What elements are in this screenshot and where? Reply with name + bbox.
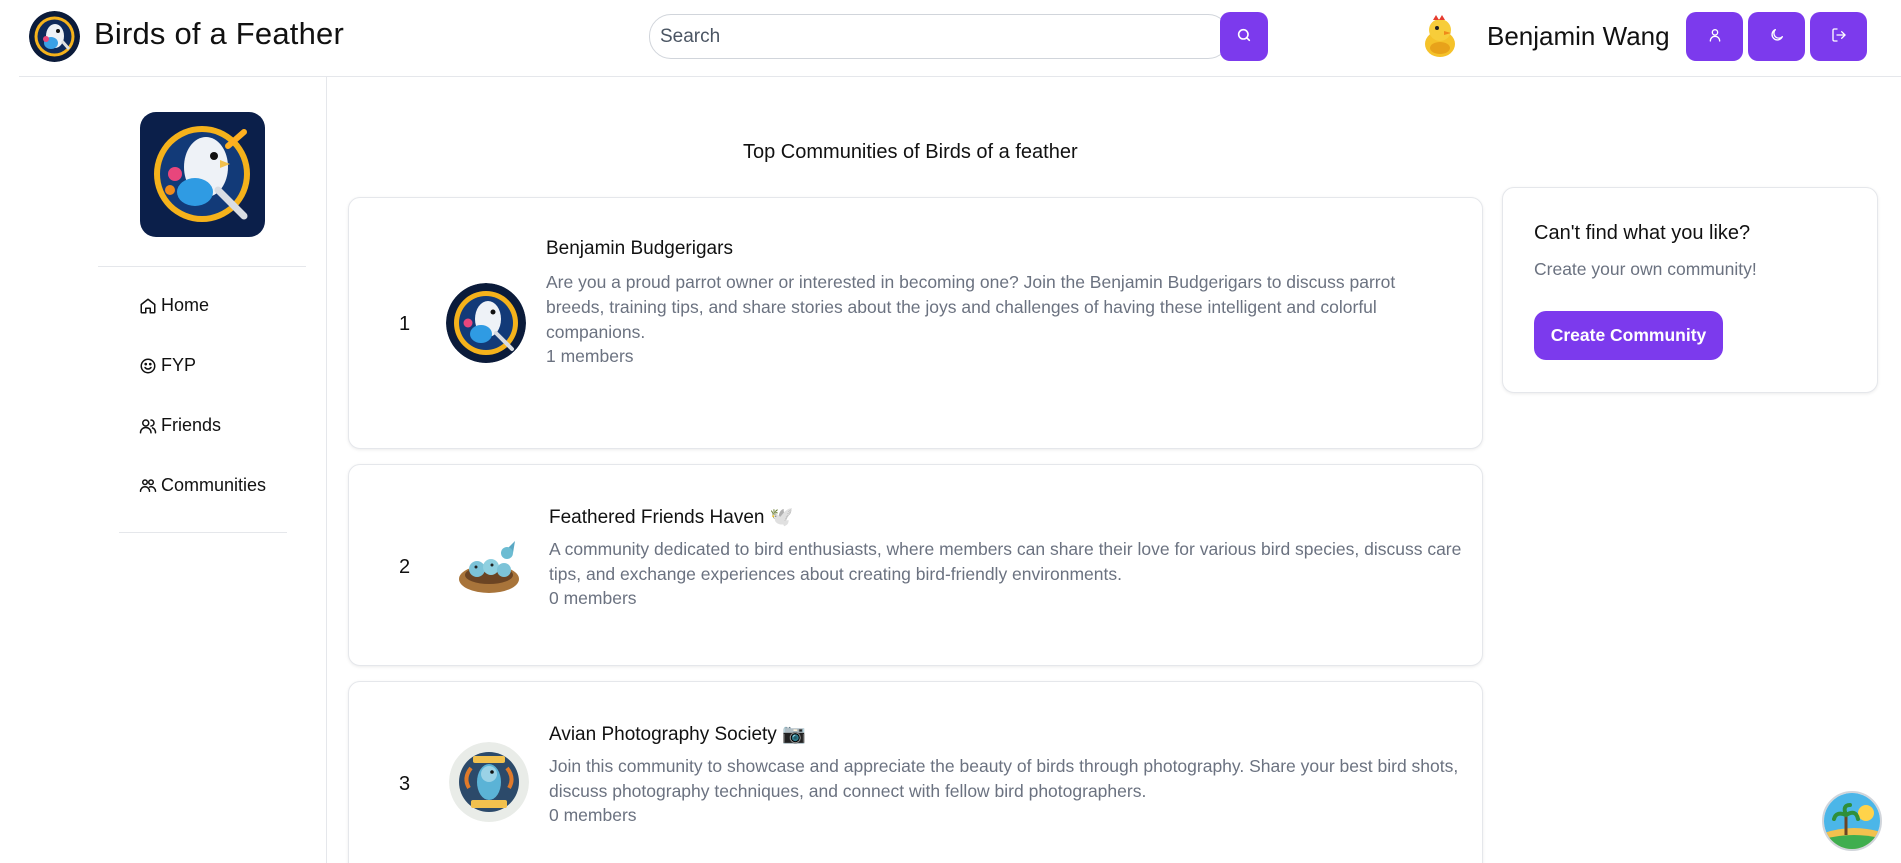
sidebar-item-home[interactable]: Home bbox=[139, 295, 209, 316]
community-description: Are you a proud parrot owner or interest… bbox=[546, 272, 1396, 342]
panel-subtitle: Create your own community! bbox=[1534, 259, 1757, 279]
camera-emoji-icon: 📷 bbox=[782, 724, 806, 745]
create-community-panel: Can't find what you like? Create your ow… bbox=[1502, 187, 1878, 393]
community-description: Join this community to showcase and appr… bbox=[549, 756, 1459, 801]
page-title: Top Communities of Birds of a feather bbox=[743, 141, 1078, 163]
sidebar-divider bbox=[98, 266, 306, 267]
community-members: 1 members bbox=[546, 346, 634, 366]
profile-button[interactable] bbox=[1686, 12, 1743, 61]
community-description: A community dedicated to bird enthusiast… bbox=[549, 539, 1462, 584]
sidebar-item-label: FYP bbox=[161, 355, 197, 375]
sidebar-item-friends[interactable]: Friends bbox=[139, 415, 221, 436]
search-input[interactable] bbox=[649, 14, 1230, 59]
floating-action-button[interactable] bbox=[1822, 791, 1882, 851]
community-name[interactable]: Feathered Friends Haven 🕊️ bbox=[549, 505, 793, 529]
community-name[interactable]: Avian Photography Society 📷 bbox=[549, 722, 806, 746]
logout-icon bbox=[1831, 27, 1847, 46]
search-button[interactable] bbox=[1220, 12, 1268, 61]
users-icon bbox=[139, 417, 157, 435]
community-members: 0 members bbox=[549, 588, 637, 608]
community-image bbox=[446, 283, 526, 363]
community-image bbox=[449, 527, 529, 607]
logout-button[interactable] bbox=[1810, 12, 1867, 61]
community-members: 0 members bbox=[549, 805, 637, 825]
sidebar-item-label: Home bbox=[161, 295, 210, 315]
top-header: Birds of a Feather Benjamin Wang bbox=[19, 0, 1901, 77]
create-community-button[interactable]: Create Community bbox=[1534, 311, 1723, 360]
user-name: Benjamin Wang bbox=[1487, 21, 1670, 51]
community-rank: 1 bbox=[399, 313, 411, 335]
home-icon bbox=[139, 297, 157, 315]
user-icon bbox=[1707, 27, 1723, 46]
moon-icon bbox=[1769, 27, 1785, 46]
community-card[interactable]: 3 Avian Photography Society 📷 Join this … bbox=[348, 681, 1483, 863]
sidebar-item-label: Friends bbox=[161, 415, 222, 435]
community-rank: 3 bbox=[399, 773, 411, 795]
panel-title: Can't find what you like? bbox=[1534, 222, 1751, 244]
sidebar-item-communities[interactable]: Communities bbox=[139, 475, 266, 496]
community-rank: 2 bbox=[399, 556, 411, 578]
search-icon bbox=[1236, 27, 1252, 46]
smile-icon bbox=[139, 357, 157, 375]
app-title[interactable]: Birds of a Feather bbox=[94, 16, 344, 52]
sidebar: Home FYP Friends Communities bbox=[19, 77, 327, 863]
dove-emoji-icon: 🕊️ bbox=[769, 507, 794, 528]
users-group-icon bbox=[139, 477, 157, 495]
community-card[interactable]: 1 Benjamin Budgerigars Are you a proud p… bbox=[348, 197, 1483, 449]
sidebar-item-label: Communities bbox=[161, 475, 267, 495]
community-image bbox=[449, 742, 529, 822]
app-logo[interactable] bbox=[29, 11, 80, 62]
sidebar-divider bbox=[119, 532, 287, 533]
community-card[interactable]: 2 Feathered Friends Haven 🕊️ A community… bbox=[348, 464, 1483, 666]
theme-toggle-button[interactable] bbox=[1748, 12, 1805, 61]
avatar[interactable] bbox=[1419, 14, 1461, 59]
sidebar-item-fyp[interactable]: FYP bbox=[139, 355, 196, 376]
community-logo bbox=[140, 112, 265, 237]
community-name[interactable]: Benjamin Budgerigars bbox=[546, 238, 733, 260]
